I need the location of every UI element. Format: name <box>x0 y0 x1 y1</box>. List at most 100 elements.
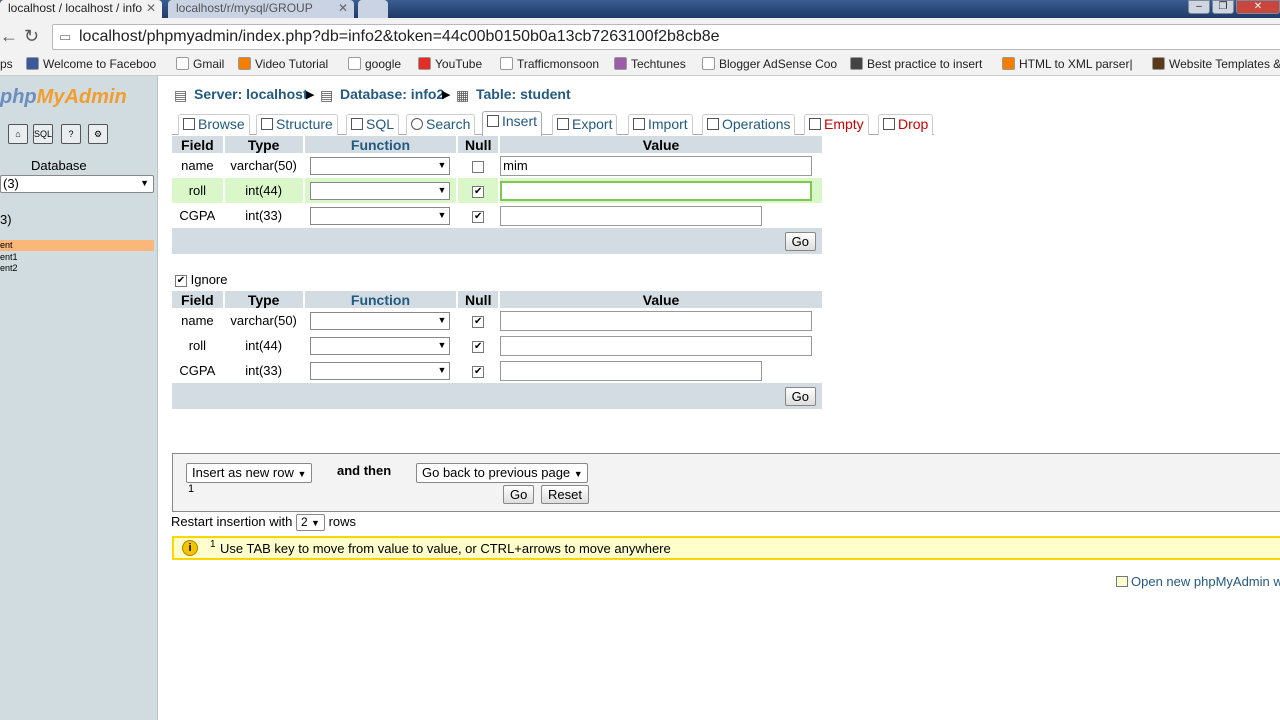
bookmark-item[interactable]: Video Tutorial <box>238 57 328 71</box>
close-tab-icon[interactable]: ✕ <box>338 1 348 15</box>
breadcrumb-server[interactable]: Server: localhost <box>194 86 308 102</box>
bookmark-label: Website Templates & <box>1169 57 1280 71</box>
table-link-student2[interactable]: ent2 <box>0 263 18 273</box>
tab-label: SQL <box>366 116 395 132</box>
tab-label: Insert <box>502 113 538 129</box>
value-input[interactable] <box>500 360 763 381</box>
value-input[interactable] <box>500 205 763 226</box>
value-input[interactable] <box>500 310 813 331</box>
browser-tab-active[interactable]: localhost / localhost / info ✕ <box>0 0 162 18</box>
search-icon <box>411 118 423 130</box>
bookmark-label: Video Tutorial <box>255 57 329 71</box>
structure-icon <box>261 118 273 130</box>
value-input[interactable] <box>500 155 813 176</box>
after-insert-select[interactable]: Go back to previous page ▼ <box>416 463 588 483</box>
value-input[interactable] <box>500 180 813 201</box>
bookmark-item[interactable]: Website Templates & <box>1152 57 1280 71</box>
header-type: Type <box>223 136 305 153</box>
bookmark-item[interactable]: Best practice to insert <box>850 57 982 71</box>
reset-button[interactable]: Reset <box>541 485 589 504</box>
table-link-student[interactable]: ent <box>0 240 154 251</box>
open-new-window-link[interactable]: Open new phpMyAdmin w <box>1116 574 1280 589</box>
go-button[interactable]: Go <box>503 485 535 504</box>
minimize-icon[interactable]: – <box>1188 0 1210 14</box>
bookmark-favicon-icon <box>418 57 431 70</box>
value-input[interactable] <box>500 335 813 356</box>
bookmark-item[interactable]: Techtunes <box>614 57 686 71</box>
docs-icon[interactable]: ? <box>61 124 81 144</box>
ignore-checkbox[interactable]: ✔ <box>175 274 187 287</box>
bookmark-item[interactable]: Blogger AdSense Coo <box>702 57 837 71</box>
new-tab-button[interactable] <box>358 0 388 18</box>
sql-icon[interactable]: SQL <box>33 124 53 144</box>
tab-browse[interactable]: Browse <box>178 114 250 135</box>
null-checkbox[interactable]: ✔ <box>472 365 485 378</box>
header-field: Field <box>172 136 225 153</box>
table-row: CGPA int(33) ✔ <box>172 358 824 383</box>
bookmark-item[interactable]: Gmail <box>176 57 224 71</box>
function-select[interactable] <box>310 336 451 355</box>
header-function[interactable]: Function <box>303 136 459 153</box>
phpmyadmin-logo[interactable]: phpMyAdmin <box>0 86 127 109</box>
insert-mode-select[interactable]: Insert as new row ▼ <box>186 463 312 483</box>
window-close-icon[interactable]: ✕ <box>1236 0 1280 14</box>
header-value: Value <box>499 136 824 153</box>
chevron-down-icon: ▼ <box>297 469 307 479</box>
field-name: CGPA <box>172 358 225 383</box>
tab-search[interactable]: Search <box>406 114 476 135</box>
breadcrumb-database[interactable]: Database: info2 <box>340 86 444 102</box>
back-arrow-icon[interactable]: ← <box>0 26 18 47</box>
database-label: Database <box>31 158 87 173</box>
database-select[interactable]: (3) ▼ <box>0 175 154 193</box>
info-icon: i <box>182 540 198 556</box>
sql-icon <box>351 118 363 130</box>
home-icon[interactable]: ⌂ <box>8 124 28 144</box>
close-tab-icon[interactable]: ✕ <box>146 1 156 15</box>
null-checkbox[interactable]: ✔ <box>472 315 485 328</box>
database-heading[interactable]: 3) <box>0 212 12 227</box>
tab-import[interactable]: Import <box>628 114 693 135</box>
tab-structure[interactable]: Structure <box>256 114 338 135</box>
tab-label: Drop <box>898 116 929 132</box>
null-checkbox[interactable]: ✔ <box>472 340 485 353</box>
tab-insert[interactable]: Insert <box>482 111 543 136</box>
browser-tab-inactive[interactable]: localhost/r/mysql/GROUP ✕ <box>168 0 354 18</box>
browser-tab-title: localhost / localhost / info <box>8 1 143 15</box>
browser-tab-title: localhost/r/mysql/GROUP <box>176 1 313 15</box>
go-button[interactable]: Go <box>784 231 816 251</box>
go-button[interactable]: Go <box>784 386 816 406</box>
bookmark-item[interactable]: HTML to XML parser| <box>1002 57 1133 71</box>
reload-icon[interactable]: ↻ <box>24 26 39 47</box>
table-link-student1[interactable]: ent1 <box>0 252 18 262</box>
bookmark-favicon-icon <box>1152 57 1165 70</box>
function-select[interactable] <box>310 181 451 200</box>
bookmark-favicon-icon <box>850 57 863 70</box>
breadcrumb-table[interactable]: Table: student <box>476 86 571 102</box>
tab-sql[interactable]: SQL <box>346 114 400 135</box>
tab-export[interactable]: Export <box>552 114 618 135</box>
bookmark-item[interactable]: Welcome to Faceboo <box>26 57 156 71</box>
bookmark-item[interactable]: ps <box>0 57 13 71</box>
tab-drop[interactable]: Drop <box>878 114 934 135</box>
bookmark-label: Techtunes <box>631 57 686 71</box>
tab-empty[interactable]: Empty <box>804 114 869 135</box>
restart-rows-select[interactable]: 2 ▼ <box>296 514 325 531</box>
null-checkbox[interactable]: ✔ <box>472 210 485 223</box>
null-checkbox[interactable] <box>472 160 485 173</box>
bookmark-item[interactable]: Trafficmonsoon <box>500 57 599 71</box>
breadcrumb-separator-icon: ▶ <box>306 89 315 101</box>
bookmark-item[interactable]: YouTube <box>418 57 482 71</box>
header-function[interactable]: Function <box>303 291 459 308</box>
settings-icon[interactable]: ⚙ <box>88 124 108 144</box>
restore-icon[interactable]: ❐ <box>1212 0 1234 14</box>
export-icon <box>557 118 569 130</box>
bookmark-item[interactable]: google <box>348 57 401 71</box>
url-input[interactable]: ▭ localhost/phpmyadmin/index.php?db=info… <box>52 24 1280 50</box>
function-select[interactable] <box>310 311 451 330</box>
bookmark-label: Trafficmonsoon <box>517 57 600 71</box>
function-select[interactable] <box>310 361 451 380</box>
tab-operations[interactable]: Operations <box>702 114 796 135</box>
function-select[interactable] <box>310 156 451 175</box>
null-checkbox[interactable]: ✔ <box>472 185 485 198</box>
function-select[interactable] <box>310 206 451 225</box>
